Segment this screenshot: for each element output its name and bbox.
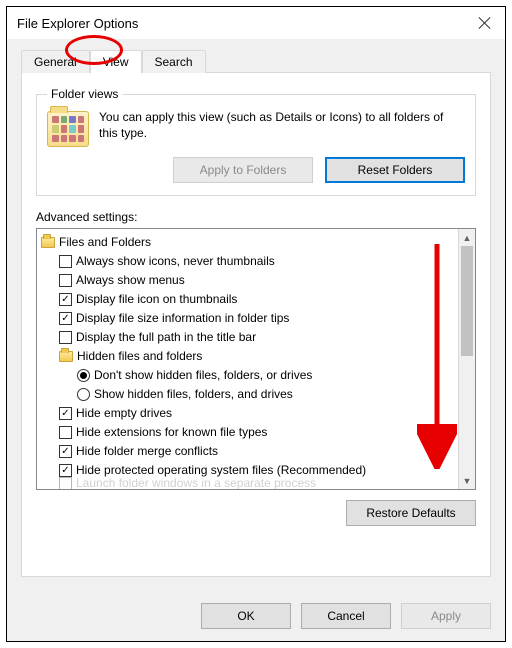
- folder-icon: [47, 111, 89, 147]
- tree-row[interactable]: Hide folder merge conflicts: [41, 442, 456, 461]
- tree-root[interactable]: Files and Folders: [41, 233, 456, 252]
- reset-folders-button[interactable]: Reset Folders: [325, 157, 465, 183]
- folder-views-group: Folder views You can apply this view (su…: [36, 87, 476, 196]
- checkbox-icon[interactable]: [59, 293, 72, 306]
- cancel-button[interactable]: Cancel: [301, 603, 391, 629]
- tree-item-label: Display the full path in the title bar: [76, 328, 256, 347]
- tree-root-label: Files and Folders: [59, 233, 151, 252]
- scroll-down-icon[interactable]: ▼: [459, 472, 475, 489]
- tree-row-cutoff: Launch folder windows in a separate proc…: [41, 474, 456, 489]
- checkbox-icon[interactable]: [59, 407, 72, 420]
- folder-views-legend: Folder views: [47, 87, 122, 101]
- tree-row[interactable]: Display file icon on thumbnails: [41, 290, 456, 309]
- vertical-scrollbar[interactable]: ▲ ▼: [458, 229, 475, 489]
- folder-icon: [41, 237, 55, 248]
- tree-item-label: Show hidden files, folders, and drives: [94, 385, 293, 404]
- tab-strip: General View Search: [21, 49, 491, 72]
- checkbox-icon[interactable]: [59, 312, 72, 325]
- folder-icon: [59, 351, 73, 362]
- close-icon[interactable]: [477, 15, 493, 31]
- checkbox-icon[interactable]: [59, 255, 72, 268]
- checkbox-icon[interactable]: [59, 274, 72, 287]
- tree-content[interactable]: Files and FoldersAlways show icons, neve…: [37, 229, 458, 489]
- tree-row[interactable]: Always show icons, never thumbnails: [41, 252, 456, 271]
- window-title: File Explorer Options: [17, 16, 138, 31]
- tree-row[interactable]: Show hidden files, folders, and drives: [41, 385, 456, 404]
- tree-row[interactable]: Hide extensions for known file types: [41, 423, 456, 442]
- tree-item-label: Always show menus: [76, 271, 185, 290]
- folder-views-text: You can apply this view (such as Details…: [99, 109, 465, 141]
- tree-item-label: Hide folder merge conflicts: [76, 442, 218, 461]
- tab-view[interactable]: View: [90, 50, 142, 73]
- tree-row[interactable]: Display file size information in folder …: [41, 309, 456, 328]
- client-area: General View Search Folder views You can…: [7, 39, 505, 591]
- dialog-buttons: OK Cancel Apply: [7, 591, 505, 641]
- apply-button[interactable]: Apply: [401, 603, 491, 629]
- radio-icon[interactable]: [77, 388, 90, 401]
- tree-item-label: Launch folder windows in a separate proc…: [76, 474, 316, 489]
- ok-button[interactable]: OK: [201, 603, 291, 629]
- tree-item-label: Display file icon on thumbnails: [76, 290, 237, 309]
- advanced-settings-label: Advanced settings:: [36, 210, 476, 224]
- title-bar: File Explorer Options: [7, 7, 505, 39]
- dialog-window: File Explorer Options General View Searc…: [6, 6, 506, 642]
- tree-row[interactable]: Hidden files and folders: [41, 347, 456, 366]
- checkbox-icon[interactable]: [59, 445, 72, 458]
- tab-search[interactable]: Search: [142, 50, 206, 73]
- advanced-settings-tree: Files and FoldersAlways show icons, neve…: [36, 228, 476, 490]
- checkbox-icon[interactable]: [59, 331, 72, 344]
- tree-item-label: Don't show hidden files, folders, or dri…: [94, 366, 312, 385]
- restore-defaults-button[interactable]: Restore Defaults: [346, 500, 476, 526]
- tree-row[interactable]: Hide empty drives: [41, 404, 456, 423]
- tree-row[interactable]: Always show menus: [41, 271, 456, 290]
- tree-item-label: Hidden files and folders: [77, 347, 202, 366]
- tree-item-label: Hide extensions for known file types: [76, 423, 267, 442]
- tree-row[interactable]: Display the full path in the title bar: [41, 328, 456, 347]
- checkbox-icon: [59, 477, 72, 489]
- tree-item-label: Hide empty drives: [76, 404, 172, 423]
- tree-item-label: Display file size information in folder …: [76, 309, 289, 328]
- radio-icon[interactable]: [77, 369, 90, 382]
- scroll-thumb[interactable]: [461, 246, 473, 356]
- checkbox-icon[interactable]: [59, 426, 72, 439]
- tab-panel-view: Folder views You can apply this view (su…: [21, 72, 491, 577]
- tab-general[interactable]: General: [21, 50, 90, 73]
- tree-item-label: Always show icons, never thumbnails: [76, 252, 275, 271]
- apply-to-folders-button[interactable]: Apply to Folders: [173, 157, 313, 183]
- scroll-up-icon[interactable]: ▲: [459, 229, 475, 246]
- tree-row[interactable]: Don't show hidden files, folders, or dri…: [41, 366, 456, 385]
